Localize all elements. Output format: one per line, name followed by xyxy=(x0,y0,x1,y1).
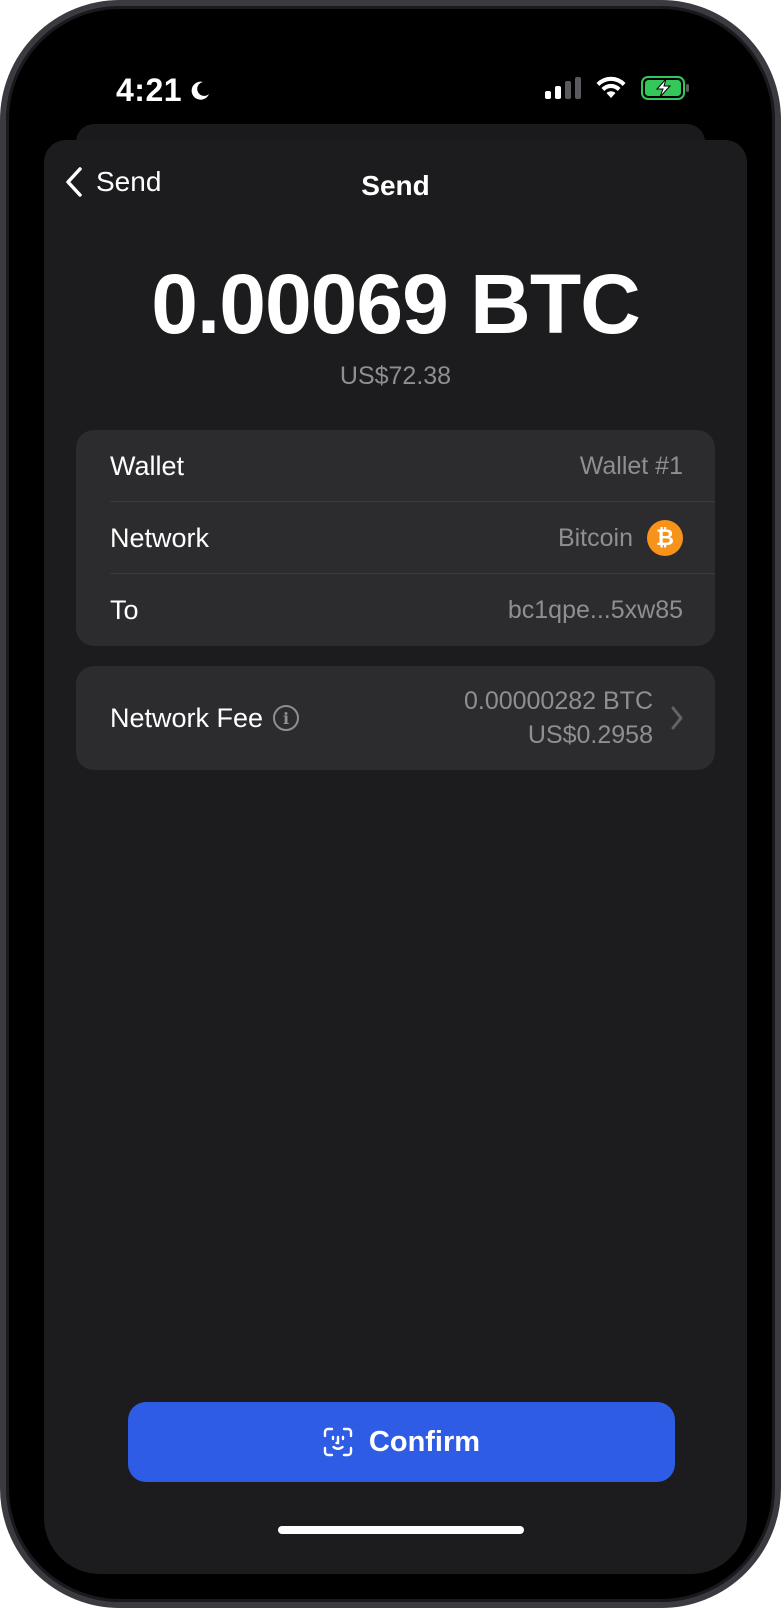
moon-icon xyxy=(191,81,210,100)
status-time: 4:21 xyxy=(116,72,212,109)
wallet-value: Wallet #1 xyxy=(579,451,683,480)
battery-charging-icon xyxy=(641,76,689,100)
home-indicator[interactable] xyxy=(278,1526,524,1534)
network-row: Network Bitcoin ₿ xyxy=(76,502,715,574)
network-fee-values: 0.00000282 BTC US$0.2958 xyxy=(464,684,653,752)
network-fee-fiat: US$0.2958 xyxy=(527,721,653,749)
bitcoin-icon: ₿ xyxy=(647,520,683,556)
status-time-text: 4:21 xyxy=(116,72,183,108)
info-icon[interactable]: i xyxy=(273,705,300,731)
status-icons xyxy=(545,76,691,100)
amount-crypto: 0.00069 BTC xyxy=(151,257,641,351)
chevron-right-icon xyxy=(671,706,683,730)
face-id-icon xyxy=(323,1427,353,1457)
details-card: Wallet Wallet #1 Network Bitcoin ₿ To bc… xyxy=(76,430,715,646)
to-value-container: bc1qpe...5xw85 xyxy=(508,574,683,646)
network-label: Network xyxy=(110,523,210,553)
to-address: bc1qpe...5xw85 xyxy=(507,595,683,624)
nav-bar: Send Send xyxy=(44,140,747,232)
wallet-row: Wallet Wallet #1 xyxy=(76,430,715,502)
network-fee-row[interactable]: Network Fee i 0.00000282 BTC US$0.2958 xyxy=(76,666,715,770)
send-sheet: Send Send 0.00069 BTC US$72.38 Wallet Wa… xyxy=(44,140,747,1574)
to-row: To bc1qpe...5xw85 xyxy=(76,574,715,646)
amount-fiat: US$72.38 xyxy=(339,362,452,390)
network-value: Bitcoin xyxy=(557,523,633,552)
network-fee-label-group: Network Fee i xyxy=(110,666,300,770)
wallet-value-container: Wallet #1 xyxy=(580,430,683,502)
confirm-button[interactable]: Confirm xyxy=(128,1402,675,1482)
status-bar: 4:21 xyxy=(20,20,761,130)
network-fee-label: Network Fee xyxy=(110,702,264,733)
wifi-icon xyxy=(596,76,626,98)
screen: 4:21 Send Send 0.00069 BTC US$72.38 Wall… xyxy=(20,20,761,1588)
network-value-container: Bitcoin ₿ xyxy=(558,502,683,574)
page-title: Send xyxy=(361,170,430,201)
phone-frame: 4:21 Send Send 0.00069 BTC US$72.38 Wall… xyxy=(0,0,781,1608)
wallet-label: Wallet xyxy=(110,451,185,481)
to-label: To xyxy=(110,595,139,625)
network-fee-crypto: 0.00000282 BTC xyxy=(463,687,653,715)
cellular-signal-icon xyxy=(545,77,581,99)
confirm-button-label: Confirm xyxy=(368,1425,481,1458)
